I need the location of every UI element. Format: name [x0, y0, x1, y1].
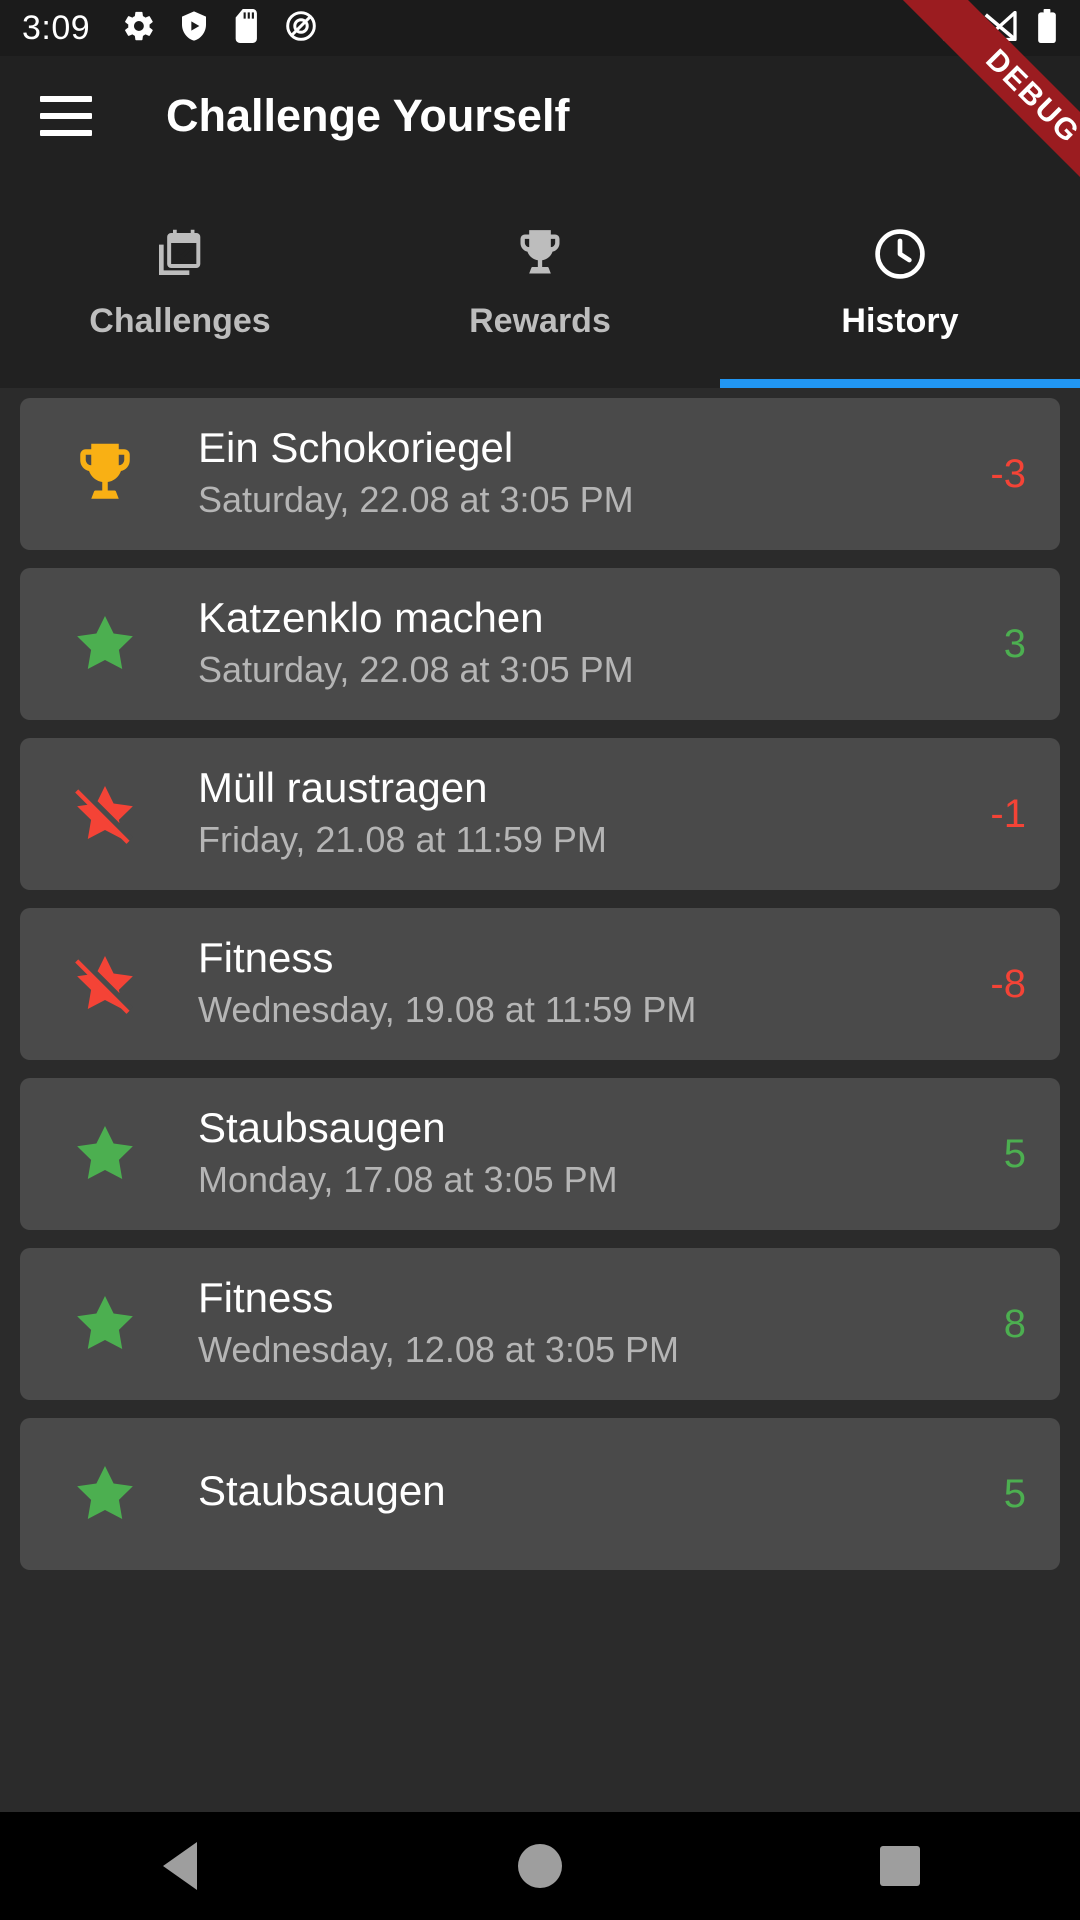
history-item-title: Staubsaugen	[198, 1468, 446, 1514]
hamburger-bar	[40, 130, 92, 136]
history-item-timestamp: Saturday, 22.08 at 3:05 PM	[198, 478, 634, 520]
history-item-points: 5	[1003, 1471, 1026, 1516]
page-title: Challenge Yourself	[166, 90, 570, 141]
signal-off-icon	[982, 10, 1018, 46]
status-bar-left-group: 3:09	[22, 8, 318, 48]
star-icon	[70, 1289, 140, 1359]
star-off-icon	[70, 779, 140, 849]
tab-label-history: History	[841, 302, 959, 340]
history-item-timestamp: Wednesday, 19.08 at 11:59 PM	[198, 988, 697, 1030]
history-item[interactable]: Ein Schokoriegel Saturday, 22.08 at 3:05 …	[20, 398, 1060, 550]
recents-square-icon	[880, 1846, 920, 1886]
tab-label-rewards: Rewards	[469, 302, 611, 340]
history-item-text: Ein Schokoriegel Saturday, 22.08 at 3:05 …	[198, 425, 936, 522]
clock-icon	[872, 226, 928, 282]
hamburger-bar	[40, 113, 92, 119]
history-item[interactable]: Fitness Wednesday, 12.08 at 3:05 PM 8	[20, 1248, 1060, 1400]
gear-icon	[122, 9, 156, 48]
home-circle-icon	[518, 1844, 562, 1888]
back-triangle-icon	[163, 1842, 197, 1890]
history-item-title: Katzenklo machen	[198, 595, 544, 641]
star-off-icon	[70, 949, 140, 1019]
history-item-points: 3	[1003, 621, 1026, 666]
history-item-title: Ein Schokoriegel	[198, 425, 514, 471]
history-item-timestamp: Monday, 17.08 at 3:05 PM	[198, 1158, 618, 1200]
history-item-title: Müll raustragen	[198, 765, 488, 811]
tab-active-indicator	[720, 379, 1080, 388]
history-item-text: Müll raustragen Friday, 21.08 at 11:59 PM	[198, 765, 936, 862]
status-bar-clock: 3:09	[22, 9, 91, 47]
app-bar: Challenge Yourself	[0, 56, 1080, 176]
shield-play-icon	[178, 10, 210, 47]
history-item-points: 8	[1003, 1301, 1026, 1346]
hamburger-menu-icon[interactable]	[40, 84, 104, 148]
tab-bar: Challenges Rewards History	[0, 176, 1080, 388]
wifi-icon	[924, 10, 964, 46]
history-item-text: Katzenklo machen Saturday, 22.08 at 3:05 …	[198, 595, 936, 692]
tab-history[interactable]: History	[720, 176, 1080, 388]
history-item[interactable]: Staubsaugen Monday, 17.08 at 3:05 PM 5	[20, 1078, 1060, 1230]
nav-home-button[interactable]	[360, 1844, 720, 1888]
status-bar: 3:09 DEBUG	[0, 0, 1080, 210]
trophy-icon	[70, 439, 140, 509]
history-item-text: Fitness Wednesday, 12.08 at 3:05 PM	[198, 1275, 936, 1372]
history-item[interactable]: Fitness Wednesday, 19.08 at 11:59 PM -8	[20, 908, 1060, 1060]
history-item[interactable]: Müll raustragen Friday, 21.08 at 11:59 PM…	[20, 738, 1060, 890]
tab-label-challenges: Challenges	[89, 302, 271, 340]
history-item-points: 5	[1003, 1131, 1026, 1176]
sd-card-icon	[232, 8, 262, 48]
history-item-text: Staubsaugen Monday, 17.08 at 3:05 PM	[198, 1105, 936, 1202]
tab-rewards[interactable]: Rewards	[360, 176, 720, 388]
nav-back-button[interactable]	[0, 1842, 360, 1890]
android-navigation-bar	[0, 1812, 1080, 1920]
history-item-title: Fitness	[198, 1275, 334, 1321]
nav-recents-button[interactable]	[720, 1846, 1080, 1886]
calendar-check-icon	[152, 226, 208, 282]
history-item-timestamp: Wednesday, 12.08 at 3:05 PM	[198, 1328, 679, 1370]
history-item-points: -3	[990, 451, 1026, 496]
history-item-points: -8	[990, 961, 1026, 1006]
app-screen: 3:09 DEBUG Challenge Yourself Challenges…	[0, 0, 1080, 1920]
history-item-title: Staubsaugen	[198, 1105, 446, 1151]
tab-challenges[interactable]: Challenges	[0, 176, 360, 388]
star-icon	[70, 1459, 140, 1529]
trophy-icon	[514, 226, 566, 282]
hamburger-bar	[40, 96, 92, 102]
history-item-timestamp: Saturday, 22.08 at 3:05 PM	[198, 648, 634, 690]
history-item-text: Fitness Wednesday, 19.08 at 11:59 PM	[198, 935, 936, 1032]
star-icon	[70, 1119, 140, 1189]
history-item-title: Fitness	[198, 935, 334, 981]
history-item-timestamp: Friday, 21.08 at 11:59 PM	[198, 818, 607, 860]
no-ads-icon	[284, 9, 318, 48]
history-item[interactable]: Katzenklo machen Saturday, 22.08 at 3:05 …	[20, 568, 1060, 720]
battery-icon	[1036, 8, 1058, 48]
history-item-text: Staubsaugen	[198, 1468, 936, 1519]
history-list[interactable]: Ein Schokoriegel Saturday, 22.08 at 3:05 …	[0, 388, 1080, 1920]
status-bar-right-group	[924, 8, 1058, 48]
history-item-points: -1	[990, 791, 1026, 836]
history-item[interactable]: Staubsaugen 5	[20, 1418, 1060, 1570]
star-icon	[70, 609, 140, 679]
